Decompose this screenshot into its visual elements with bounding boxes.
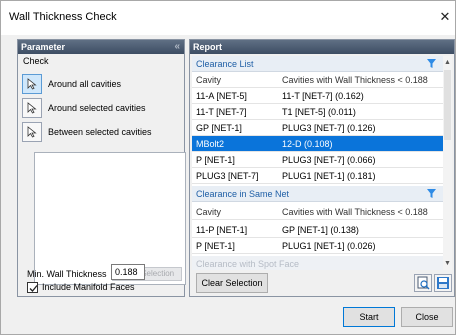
filter-icon[interactable] <box>427 59 436 69</box>
start-button[interactable]: Start <box>343 307 395 327</box>
scroll-down-icon[interactable]: ▼ <box>443 259 452 268</box>
column-header-cavity[interactable]: Cavity <box>196 204 221 220</box>
checkbox-checked-icon[interactable] <box>27 282 38 293</box>
window-title: Wall Thickness Check <box>9 11 117 23</box>
option-between-selected-cavities[interactable]: Between selected cavities <box>22 122 182 144</box>
cursor-icon[interactable] <box>22 74 42 94</box>
cursor-icon[interactable] <box>22 98 42 118</box>
column-header-cavity[interactable]: Cavity <box>196 72 221 88</box>
close-window-icon[interactable]: ✕ <box>437 8 453 26</box>
report-header-label: Report <box>193 42 222 52</box>
report-panel: Report Clearance List Cavity Cavities wi… <box>189 39 455 297</box>
check-group-label: Check <box>23 56 49 66</box>
option-label: Around selected cavities <box>48 103 146 113</box>
min-wall-thickness-input[interactable]: 0.188 <box>111 264 145 280</box>
cell-detail: GP [NET-1] (0.138) <box>282 225 359 235</box>
cell-detail: PLUG1 [NET-1] (0.181) <box>282 171 376 181</box>
selected-cavities-list[interactable]: Clear Selection <box>34 152 186 285</box>
table-row[interactable]: 11-P [NET-1] GP [NET-1] (0.138) <box>192 222 444 238</box>
cell-detail: PLUG1 [NET-1] (0.026) <box>282 241 376 251</box>
section-title: Clearance in Same Net <box>196 189 290 199</box>
report-clear-selection-button[interactable]: Clear Selection <box>196 273 268 293</box>
report-grid[interactable]: Clearance List Cavity Cavities with Wall… <box>192 56 444 270</box>
close-button[interactable]: Close <box>401 307 453 327</box>
table-row[interactable]: PLUG3 [NET-7] PLUG1 [NET-1] (0.181) <box>192 168 444 184</box>
option-around-all-cavities[interactable]: Around all cavities <box>22 74 182 96</box>
option-around-selected-cavities[interactable]: Around selected cavities <box>22 98 182 120</box>
cell-detail: PLUG3 [NET-7] (0.126) <box>282 123 376 133</box>
cell-detail: T1 [NET-5] (0.011) <box>282 107 356 117</box>
cell-cavity: P [NET-1] <box>196 155 235 165</box>
cell-detail: PLUG3 [NET-7] (0.066) <box>282 155 376 165</box>
cell-detail: 11-T [NET-7] (0.162) <box>282 91 364 101</box>
table-row[interactable]: GP [NET-1] PLUG3 [NET-7] (0.126) <box>192 120 444 136</box>
column-header-cavities-wall[interactable]: Cavities with Wall Thickness < 0.188 <box>282 72 428 88</box>
table-row[interactable]: P [NET-1] PLUG1 [NET-1] (0.026) <box>192 238 444 254</box>
report-scrollbar[interactable]: ▲ ▼ <box>443 56 452 270</box>
wall-thickness-dialog: Wall Thickness Check ✕ Parameter « Check… <box>0 0 456 335</box>
column-header-row: Cavity Cavities with Wall Thickness < 0.… <box>192 204 444 220</box>
scroll-thumb[interactable] <box>444 70 451 140</box>
table-row[interactable]: P [NET-1] PLUG3 [NET-7] (0.066) <box>192 152 444 168</box>
cell-detail: 12-D (0.108) <box>282 139 333 149</box>
section-title: Clearance with Spot Face <box>196 259 300 269</box>
section-clearance-spot-face[interactable]: Clearance with Spot Face <box>192 256 444 270</box>
parameter-panel: Parameter « Check Around all cavities Ar… <box>17 39 186 297</box>
title-bar: Wall Thickness Check ✕ <box>1 1 455 35</box>
section-title: Clearance List <box>196 59 254 69</box>
table-row[interactable]: 11-T [NET-7] T1 [NET-5] (0.011) <box>192 104 444 120</box>
cell-cavity: MBolt2 <box>196 139 225 149</box>
report-header: Report <box>190 40 454 54</box>
table-row-selected[interactable]: MBolt2 12-D (0.108) <box>192 136 444 152</box>
cursor-icon[interactable] <box>22 122 42 142</box>
cell-cavity: GP [NET-1] <box>196 123 242 133</box>
column-header-row: Cavity Cavities with Wall Thickness < 0.… <box>192 72 444 88</box>
option-label: Around all cavities <box>48 79 122 89</box>
save-report-icon[interactable] <box>434 274 452 292</box>
filter-icon[interactable] <box>427 189 436 199</box>
cell-cavity: 11-T [NET-7] <box>196 107 247 117</box>
section-clearance-same-net[interactable]: Clearance in Same Net <box>192 186 444 202</box>
column-header-cavities-wall[interactable]: Cavities with Wall Thickness < 0.188 <box>282 204 428 220</box>
cell-cavity: P [NET-1] <box>196 241 235 251</box>
cell-cavity: 11-P [NET-1] <box>196 225 248 235</box>
option-label: Between selected cavities <box>48 127 152 137</box>
table-row[interactable]: 11-A [NET-5] 11-T [NET-7] (0.162) <box>192 88 444 104</box>
cell-cavity: PLUG3 [NET-7] <box>196 171 259 181</box>
parameter-header-label: Parameter <box>21 42 66 52</box>
scroll-up-icon[interactable]: ▲ <box>443 58 452 67</box>
parameter-header: Parameter « <box>18 40 184 54</box>
min-wall-thickness-label: Min. Wall Thickness <box>27 269 107 279</box>
section-clearance-list[interactable]: Clearance List <box>192 56 444 72</box>
include-manifold-label: Include Manifold Faces <box>42 282 135 292</box>
cell-cavity: 11-A [NET-5] <box>196 91 247 101</box>
print-preview-icon[interactable] <box>414 274 432 292</box>
collapse-chevron-icon[interactable]: « <box>174 40 180 54</box>
